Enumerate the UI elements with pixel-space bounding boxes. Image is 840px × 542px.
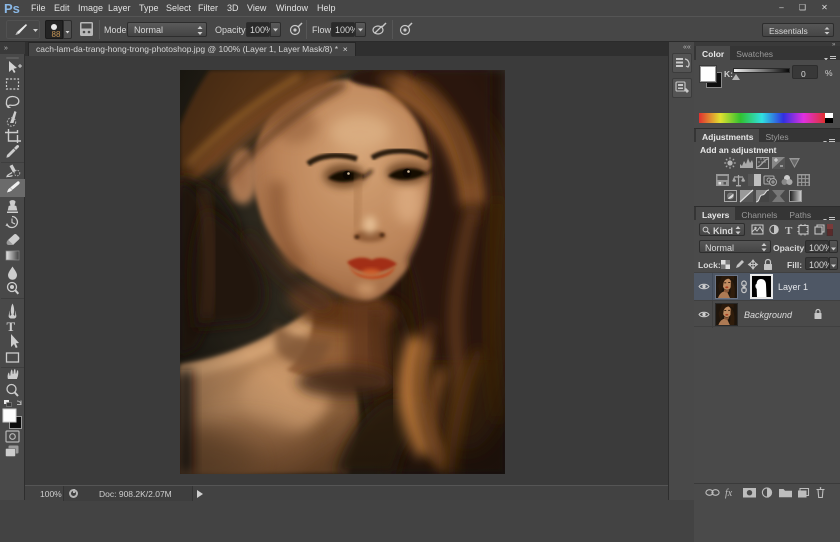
svg-text:T: T — [7, 319, 16, 334]
svg-text:T: T — [785, 225, 793, 236]
svg-text:fx: fx — [725, 488, 733, 499]
svg-text:»: » — [4, 45, 8, 52]
